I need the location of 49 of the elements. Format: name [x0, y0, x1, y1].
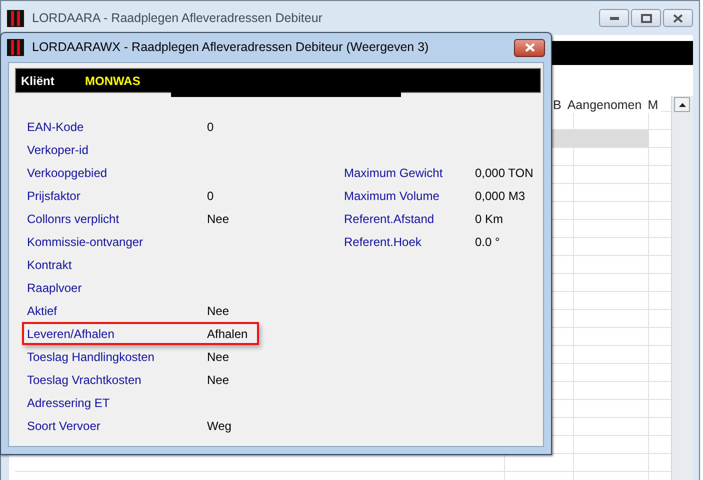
- field-label: Verkoopgebied: [27, 164, 108, 182]
- minimize-button[interactable]: [599, 9, 629, 27]
- app-icon: [7, 10, 24, 26]
- field-value: 0 Km: [475, 210, 504, 228]
- column-header[interactable]: M: [644, 96, 662, 114]
- field-label: Adressering ET: [27, 394, 111, 412]
- field-value: Weg: [207, 418, 232, 434]
- field-value: Nee: [207, 372, 230, 388]
- scroll-up-button[interactable]: [674, 97, 690, 112]
- field-label: EAN-Kode: [27, 118, 85, 136]
- field-label: Kontrakt: [27, 256, 73, 274]
- client-label: Kliënt: [21, 72, 56, 90]
- field-value: 0: [207, 188, 214, 204]
- field-value: 0: [207, 118, 214, 136]
- field-label: Maximum Volume: [344, 188, 440, 204]
- field-label: Verkoper-id: [27, 142, 90, 158]
- field-label: Referent.Hoek: [344, 234, 422, 250]
- minimize-icon: [610, 16, 618, 20]
- column-header[interactable]: B: [550, 96, 564, 114]
- field-label: Collonrs verplicht: [27, 210, 120, 228]
- client-value: MONWAS: [85, 72, 140, 90]
- window-title: LORDAARA - Raadplegen Afleveradressen Debiteur: [32, 10, 322, 27]
- close-icon: [524, 43, 534, 52]
- column-header[interactable]: Aangenomen: [564, 96, 645, 114]
- field-value: 0.0 °: [475, 234, 500, 250]
- close-button[interactable]: [514, 38, 545, 56]
- field-value: Afhalen: [207, 326, 248, 342]
- app-icon: [7, 39, 24, 56]
- maximize-icon: [640, 14, 652, 22]
- field-label: Maximum Gewicht: [344, 164, 444, 182]
- field-label: Referent.Afstand: [344, 210, 436, 228]
- field-value: Nee: [207, 348, 230, 366]
- field-label: Kommissie-ontvanger: [27, 234, 144, 250]
- close-icon: [673, 14, 683, 22]
- field-value: Nee: [207, 302, 230, 320]
- maximize-button[interactable]: [631, 9, 661, 27]
- field-value: 0,000 M3: [475, 188, 526, 204]
- field-value: Nee: [207, 210, 230, 228]
- field-label: Toeslag Vrachtkosten: [27, 372, 142, 388]
- field-label: Leveren/Afhalen: [27, 326, 116, 342]
- up-arrow-icon: [678, 102, 686, 106]
- field-label: Prijsfaktor: [27, 188, 82, 204]
- field-label: Soort Vervoer: [27, 418, 102, 434]
- field-label: Toeslag Handlingkosten: [27, 348, 156, 366]
- close-button[interactable]: [663, 9, 693, 27]
- dialog-title: LORDAARAWX - Raadplegen Afleveradressen Debiteur (Weergeven 3): [32, 39, 429, 56]
- field-label: Raaplvoer: [27, 280, 83, 296]
- field-label: Aktief: [27, 302, 58, 320]
- field-value: 0,000 TON: [475, 164, 534, 182]
